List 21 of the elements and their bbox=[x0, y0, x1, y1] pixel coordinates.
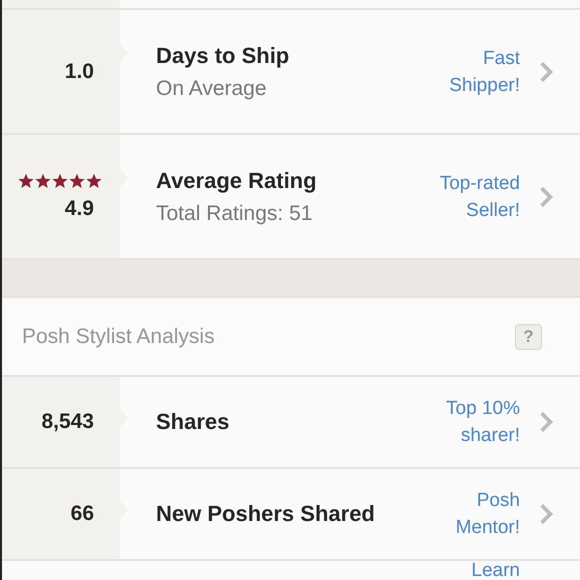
stat-title: Shares bbox=[156, 409, 230, 435]
badge-link[interactable]: Posh Mentor! bbox=[456, 487, 520, 541]
stat-subtitle: Total Ratings: 51 bbox=[156, 202, 314, 226]
badge-link[interactable]: Top-rated Seller! bbox=[440, 170, 520, 224]
stat-value: 8,543 bbox=[41, 410, 94, 434]
stat-subtitle: On Average bbox=[156, 76, 268, 100]
stat-value: 4.9 bbox=[64, 196, 94, 220]
chevron-right-icon[interactable] bbox=[538, 184, 554, 208]
stat-value: 66 bbox=[70, 502, 94, 526]
badge-link[interactable]: Top 10% sharer! bbox=[446, 395, 520, 449]
stat-title: Days to Ship bbox=[156, 42, 290, 68]
stat-title: Average Rating bbox=[156, 168, 318, 194]
chevron-right-icon[interactable] bbox=[538, 502, 554, 526]
stat-title: New Poshers Shared bbox=[156, 501, 376, 527]
section-title: Posh Stylist Analysis bbox=[22, 324, 215, 348]
chevron-right-icon[interactable] bbox=[538, 60, 554, 84]
badge-link[interactable]: Fast Shipper! bbox=[449, 44, 520, 98]
help-button[interactable]: ? bbox=[515, 324, 542, 350]
chevron-right-icon[interactable] bbox=[538, 410, 554, 434]
stat-value: 1.0 bbox=[64, 60, 94, 84]
badge-link[interactable]: Learn bbox=[471, 562, 520, 579]
